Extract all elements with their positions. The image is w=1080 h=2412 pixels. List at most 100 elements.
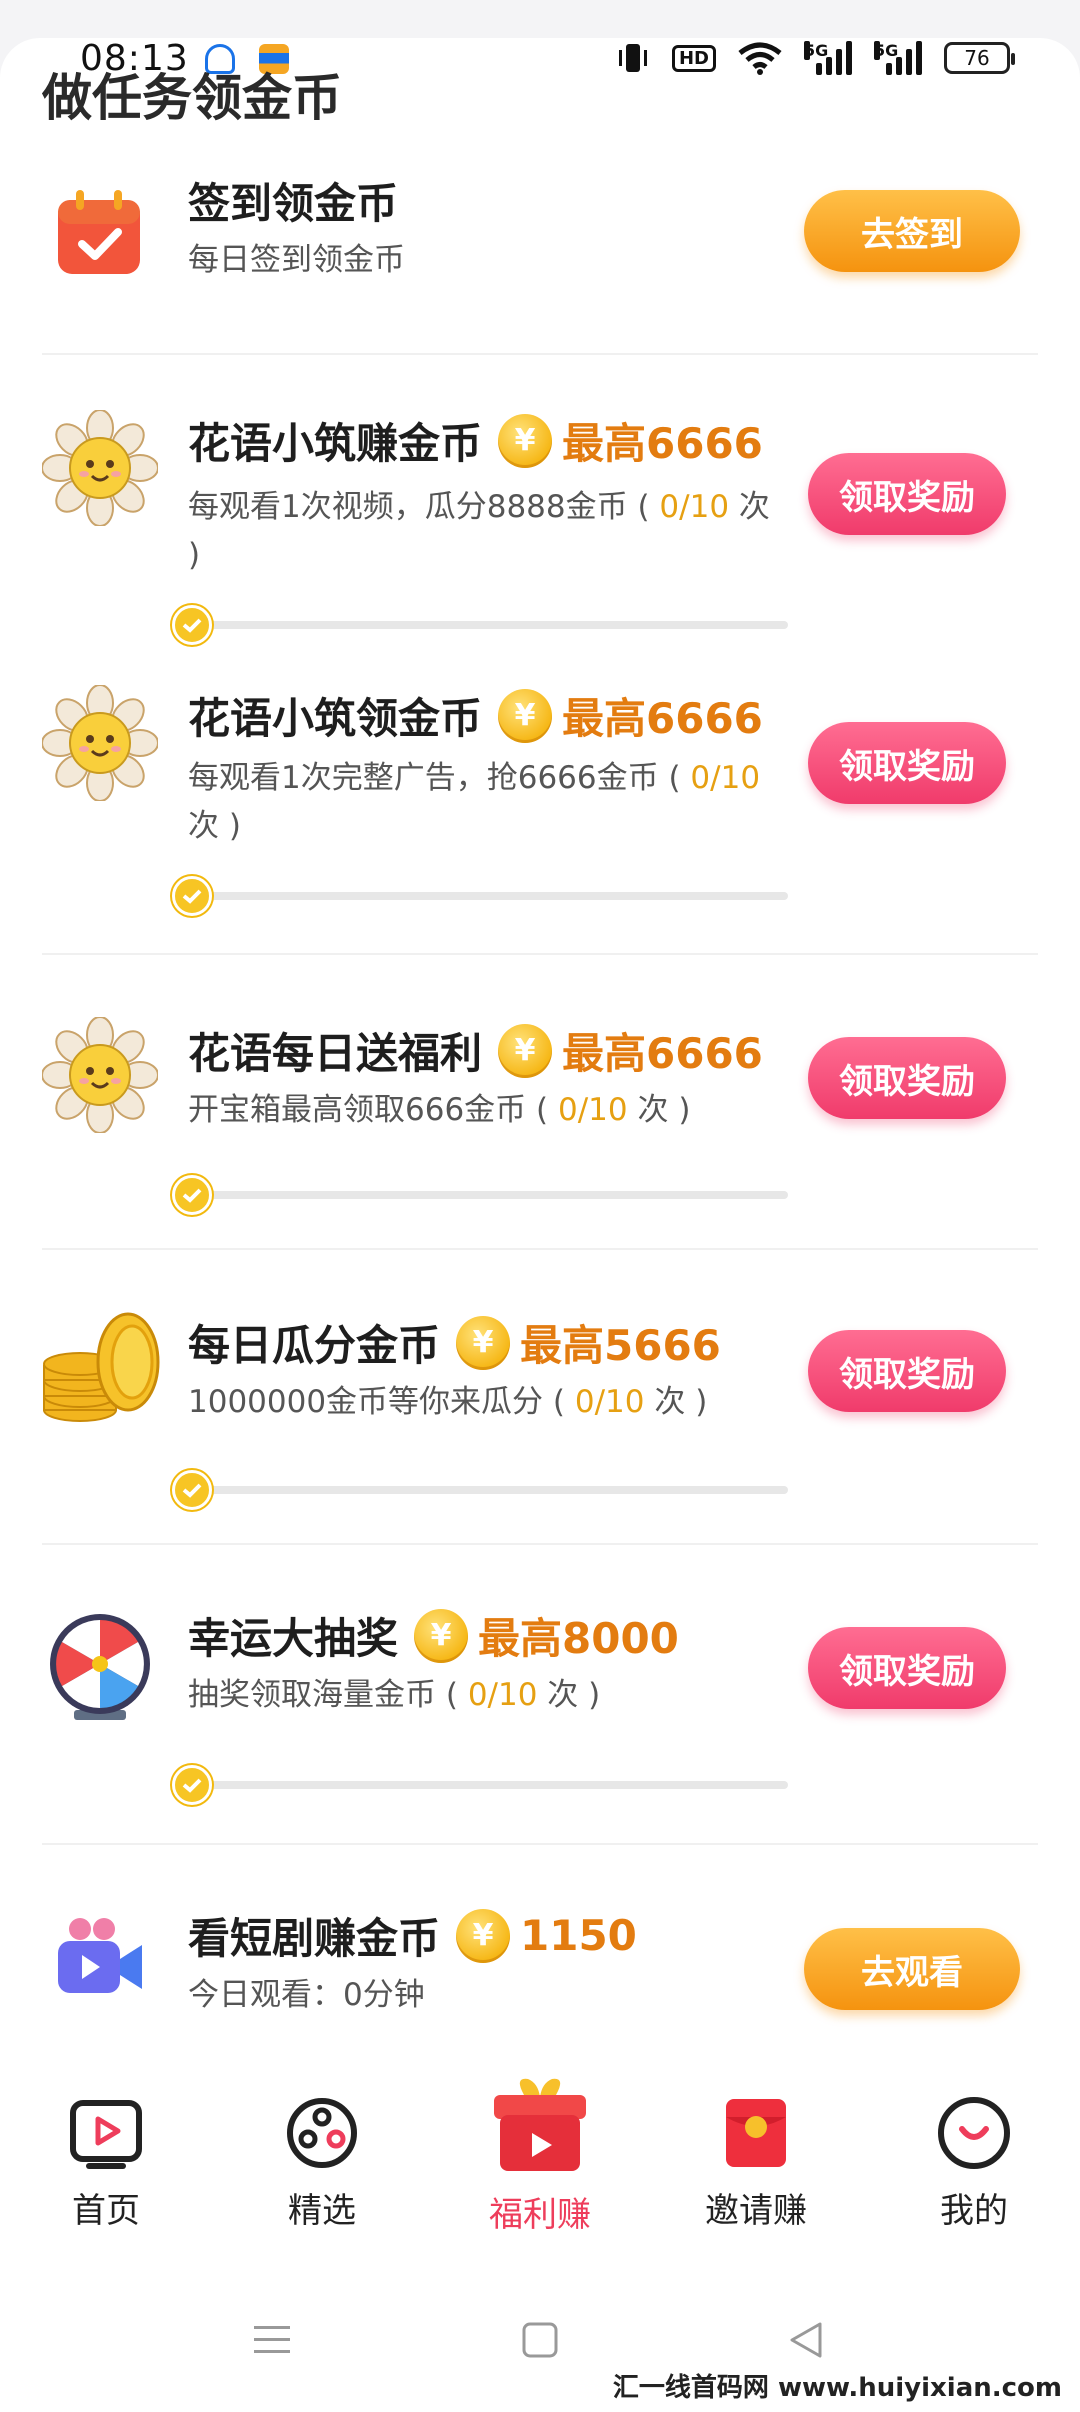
check-knob-icon — [172, 1175, 212, 1215]
coin-icon: ¥ — [456, 1315, 511, 1370]
claim-reward-button[interactable]: 领取奖励 — [808, 1037, 1006, 1119]
task-title: 每日瓜分金币 ¥ 最高5666 — [188, 1312, 721, 1373]
task-reward: 1150 — [520, 1911, 637, 1960]
coin-stack-icon — [43, 1312, 160, 1422]
signal-2-icon: 5G — [874, 41, 922, 75]
coin-icon: ¥ — [414, 1608, 469, 1663]
net-label-2: 5G — [874, 41, 899, 60]
task-row-treasure: 花语每日送福利 ¥ 最高6666 开宝箱最高领取666金币 ( 0/10 次 )… — [42, 955, 1038, 1250]
task-reward: 最高6666 — [562, 1029, 763, 1078]
task-title: 幸运大抽奖 ¥ 最高8000 — [188, 1605, 679, 1666]
claim-reward-button[interactable]: 领取奖励 — [808, 1627, 1006, 1709]
coin-icon: ¥ — [498, 1023, 553, 1078]
progress-count: 0/10 — [659, 489, 730, 525]
task-desc: 每日签到领金币 — [188, 242, 405, 278]
system-nav-bar — [0, 2310, 1080, 2370]
task-title: 花语每日送福利 ¥ 最高6666 — [188, 1020, 763, 1081]
tv-play-icon — [70, 2100, 142, 2169]
page-title: 做任务领金币 — [42, 69, 342, 127]
task-reward: 最高6666 — [562, 694, 763, 743]
task-reward: 最高6666 — [562, 419, 763, 468]
progress-count: 0/10 — [690, 760, 761, 796]
wifi-icon — [738, 42, 782, 75]
task-row-short-drama: 看短剧赚金币 ¥ 1150 今日观看：0分钟 去观看 — [42, 1845, 1038, 2025]
claim-reward-button[interactable]: 领取奖励 — [808, 1330, 1006, 1412]
desc-text: 开宝箱最高领取666金币 ( — [188, 1092, 558, 1128]
red-envelope-icon — [726, 2099, 786, 2167]
watermark: 汇一线首码网 www.huiyixian.com — [604, 2365, 1070, 2406]
task-title: 花语小筑领金币 ¥ 最高6666 — [188, 685, 763, 746]
desc-tail: 次 ) — [644, 1384, 708, 1420]
task-row-ad: 花语小筑领金币 ¥ 最高6666 每观看1次完整广告，抢6666金币 ( 0/1… — [42, 650, 1038, 955]
progress-bar — [172, 1765, 788, 1805]
nav-label: 福利赚 — [489, 2195, 591, 2235]
claim-reward-button[interactable]: 领取奖励 — [808, 453, 1006, 535]
task-title-text: 签到领金币 — [188, 179, 399, 228]
task-title-text: 看短剧赚金币 — [188, 1914, 441, 1963]
nav-welfare[interactable]: 福利赚 — [450, 2075, 630, 2236]
task-title: 看短剧赚金币 ¥ 1150 — [188, 1905, 637, 1966]
check-knob-icon — [172, 605, 212, 645]
task-title-text: 花语小筑领金币 — [188, 694, 483, 743]
signal-1-icon: 5G — [804, 41, 852, 75]
check-knob-icon — [172, 1765, 212, 1805]
desc-text: 每观看1次视频，瓜分8888金币 ( — [188, 489, 660, 525]
video-camera-icon — [58, 1918, 142, 1993]
progress-bar — [172, 876, 788, 916]
watch-button[interactable]: 去观看 — [804, 1928, 1020, 2010]
task-reward: 最高5666 — [520, 1321, 721, 1370]
prize-wheel-icon — [50, 1614, 150, 1720]
nav-label: 我的 — [940, 2191, 1008, 2231]
task-title: 签到领金币 — [188, 170, 398, 231]
task-row-split-coins: 每日瓜分金币 ¥ 最高5666 1000000金币等你来瓜分 ( 0/10 次 … — [42, 1250, 1038, 1545]
status-right: HD 5G 5G 76 — [616, 40, 1015, 76]
flower-icon — [42, 410, 158, 526]
desc-text: 1000000金币等你来瓜分 ( — [188, 1384, 575, 1420]
nav-profile[interactable]: 我的 — [884, 2095, 1064, 2232]
desc-text: 每观看1次完整广告，抢6666金币 ( — [188, 760, 691, 796]
progress-bar — [172, 1175, 788, 1215]
task-title: 花语小筑赚金币 ¥ 最高6666 — [188, 410, 763, 471]
hd-badge: HD — [671, 44, 716, 72]
task-desc: 每观看1次完整广告，抢6666金币 ( 0/10 次 ) — [188, 754, 788, 850]
desc-tail: 次 ) — [627, 1092, 691, 1128]
menu-icon[interactable] — [252, 2320, 292, 2360]
claim-reward-button[interactable]: 领取奖励 — [808, 722, 1006, 804]
battery-indicator: 76 — [944, 42, 1015, 74]
nav-invite[interactable]: 邀请赚 — [666, 2095, 846, 2232]
task-desc: 开宝箱最高领取666金币 ( 0/10 次 ) — [188, 1086, 788, 1134]
smile-face-icon — [938, 2097, 1010, 2169]
check-knob-icon — [172, 1470, 212, 1510]
progress-bar — [172, 605, 788, 645]
flower-icon — [42, 685, 158, 801]
desc-text: 抽奖领取海量金币 ( — [188, 1677, 468, 1713]
net-label-1: 5G — [804, 41, 829, 60]
coin-icon: ¥ — [456, 1908, 511, 1963]
home-square-icon[interactable] — [520, 2320, 560, 2360]
task-title-text: 每日瓜分金币 — [188, 1321, 441, 1370]
bottom-nav: 首页 精选 福利赚 邀请赚 我的 — [0, 2078, 1080, 2245]
task-reward: 最高8000 — [478, 1614, 679, 1663]
task-desc: 抽奖领取海量金币 ( 0/10 次 ) — [188, 1671, 788, 1719]
progress-bar — [172, 1470, 788, 1510]
progress-count: 0/10 — [557, 1092, 628, 1128]
gift-box-icon — [494, 2078, 586, 2171]
nav-home[interactable]: 首页 — [16, 2095, 196, 2232]
nav-featured[interactable]: 精选 — [232, 2095, 412, 2232]
coin-icon: ¥ — [498, 413, 553, 468]
checkin-button[interactable]: 去签到 — [804, 190, 1020, 272]
coin-icon: ¥ — [498, 688, 553, 743]
calendar-check-icon — [58, 190, 140, 274]
nav-label: 精选 — [288, 2191, 356, 2231]
task-desc: 今日观看：0分钟 — [188, 1977, 425, 2013]
task-title-text: 花语每日送福利 — [188, 1029, 483, 1078]
back-triangle-icon[interactable] — [786, 2320, 826, 2360]
task-row-lottery: 幸运大抽奖 ¥ 最高8000 抽奖领取海量金币 ( 0/10 次 ) 领取奖励 — [42, 1545, 1038, 1845]
check-knob-icon — [172, 876, 212, 916]
task-title-text: 幸运大抽奖 — [188, 1614, 399, 1663]
desc-tail: 次 ) — [537, 1677, 601, 1713]
nav-label: 邀请赚 — [705, 2191, 807, 2231]
flower-icon — [42, 1017, 158, 1133]
vibrate-icon — [618, 44, 647, 72]
task-row-video: 花语小筑赚金币 ¥ 最高6666 每观看1次视频，瓜分8888金币 ( 0/10… — [42, 355, 1038, 650]
